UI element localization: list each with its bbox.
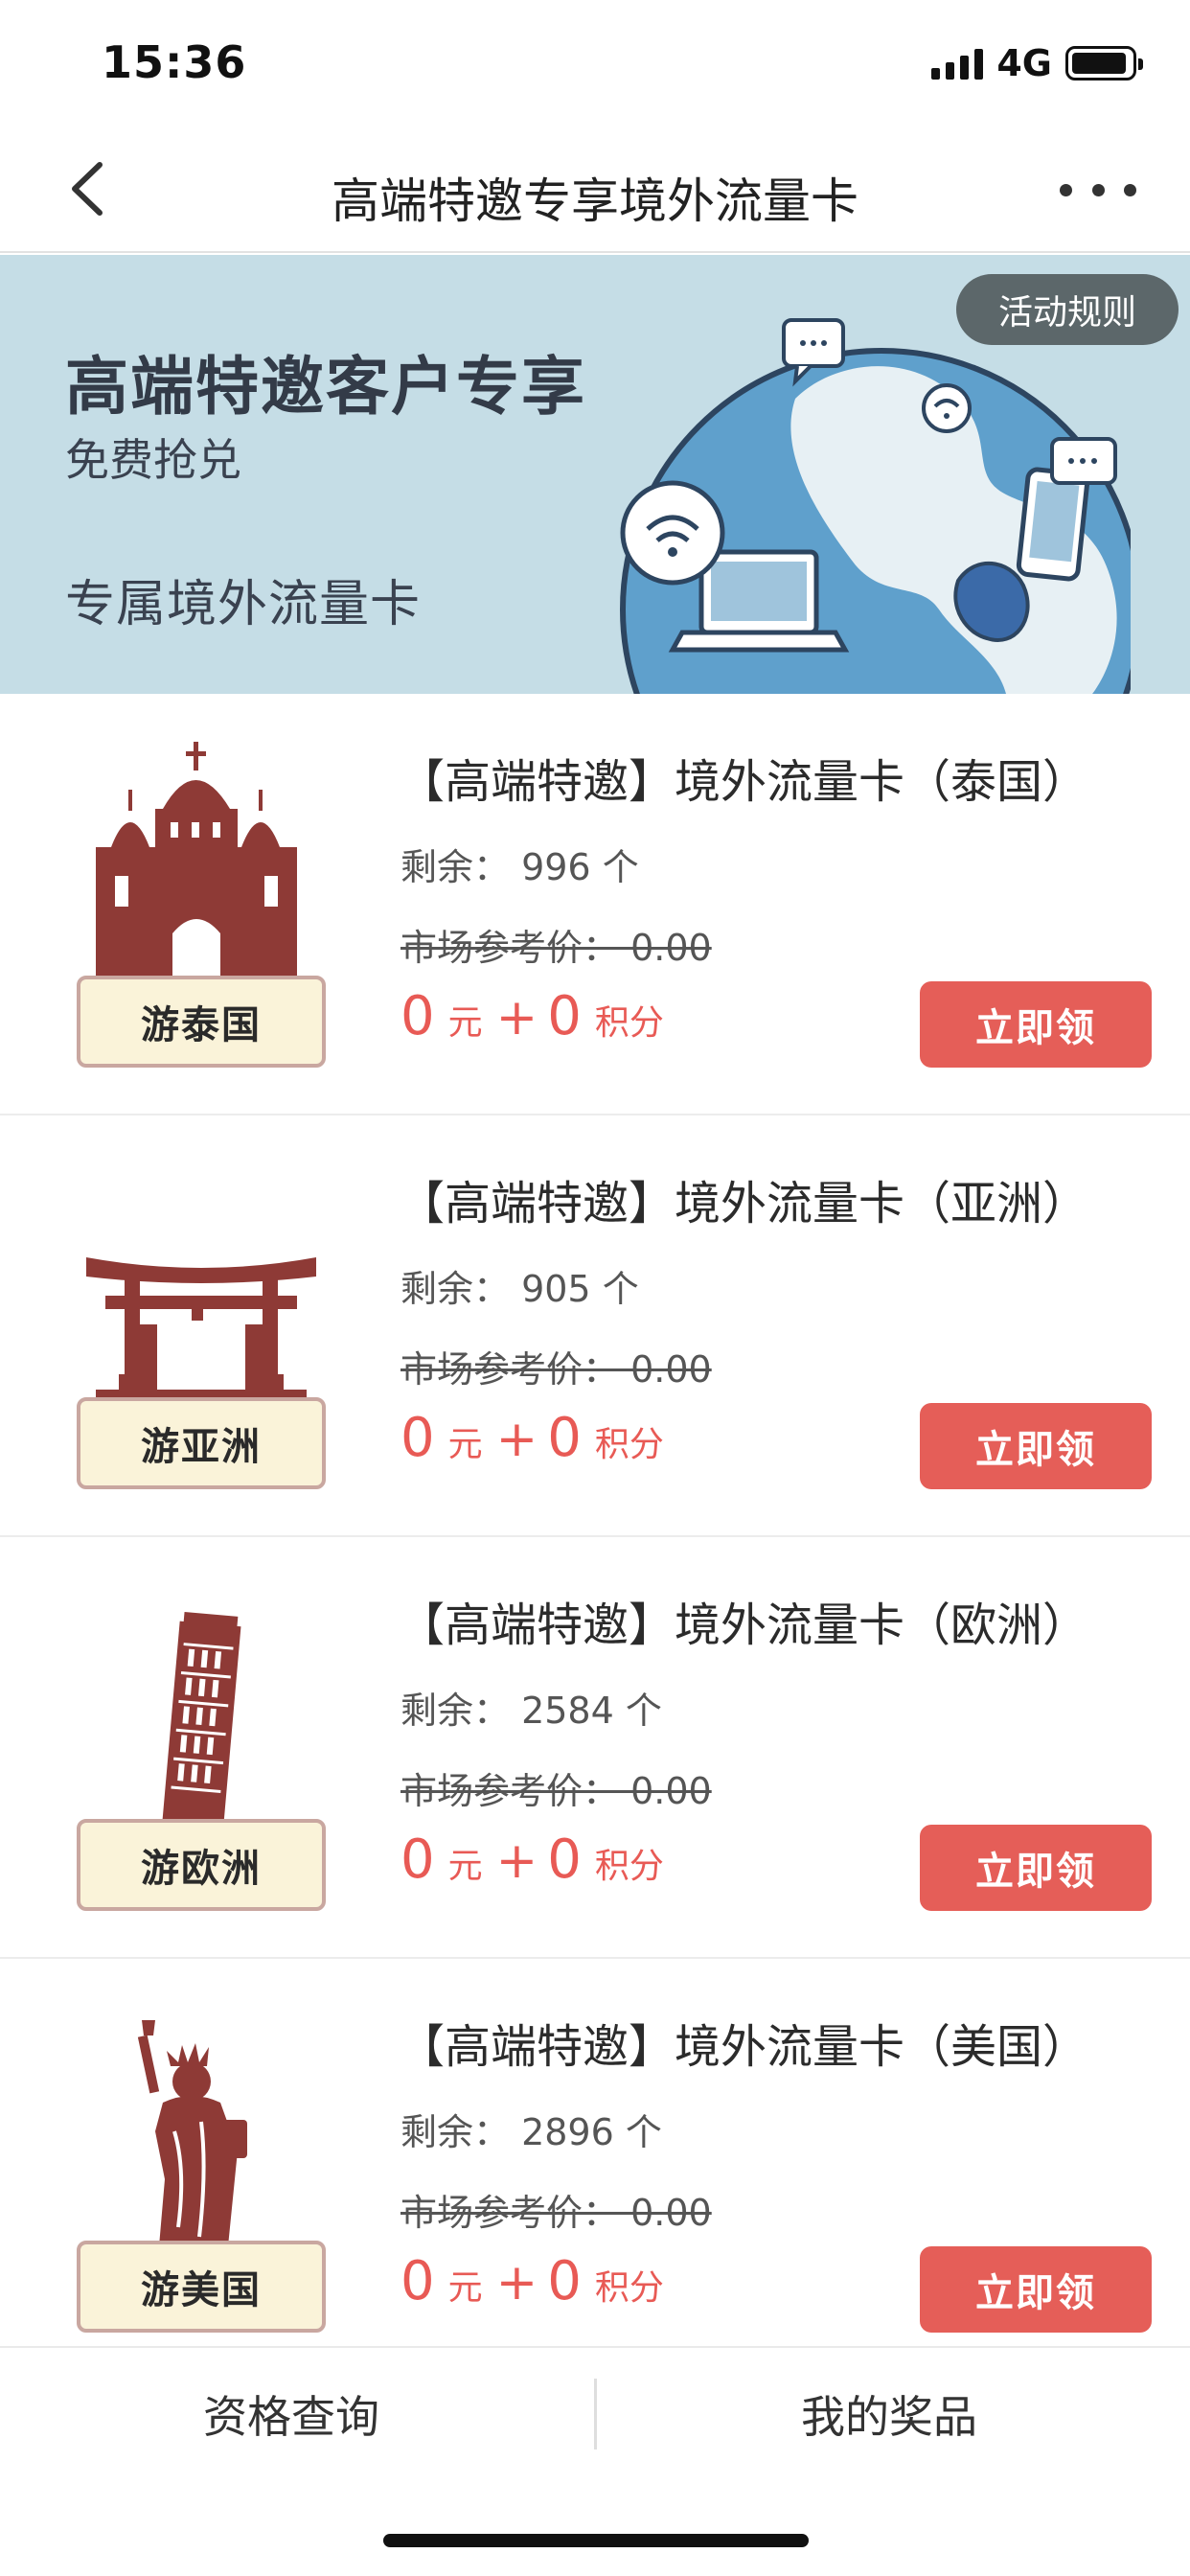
market-price: 市场参考价： 0.00 <box>400 1348 712 1391</box>
market-price: 市场参考价： 0.00 <box>400 1770 712 1812</box>
price-points-unit: 积分 <box>594 2268 664 2308</box>
status-indicators: 4G <box>931 42 1143 84</box>
my-prizes-button[interactable]: 我的奖品 <box>801 2382 977 2446</box>
price-plus: + <box>495 1411 538 1468</box>
price-points: 0 <box>547 1407 582 1469</box>
price-plus: + <box>495 1832 538 1890</box>
price: 0 元 + 0 积分 <box>400 2250 677 2312</box>
bottom-bar: 资格查询 我的奖品 <box>0 2346 1190 2471</box>
price: 0 元 + 0 积分 <box>400 1407 677 1469</box>
product-card-asia: 游亚洲 【高端特邀】境外流量卡（亚洲） 剩余： 905 个 市场参考价： 0.0… <box>0 1116 1190 1537</box>
remaining-count: 剩余： 2584 个 <box>400 1690 662 1732</box>
market-price: 市场参考价： 0.00 <box>400 2192 712 2234</box>
product-card-thailand: 游泰国 【高端特邀】境外流量卡（泰国） 剩余： 996 个 市场参考价： 0.0… <box>0 694 1190 1116</box>
nav-bar: 高端特邀专享境外流量卡 <box>0 126 1190 253</box>
product-title: 【高端特邀】境外流量卡（亚洲） <box>399 1177 1089 1230</box>
destination-badge: 游美国 <box>77 2241 326 2333</box>
product-card-usa: 游美国 【高端特邀】境外流量卡（美国） 剩余： 2896 个 市场参考价： 0.… <box>0 1959 1190 2380</box>
banner-subtitle: 免费抢兑 <box>65 434 241 486</box>
dot-icon <box>1060 183 1072 196</box>
temple-icon <box>96 742 297 991</box>
remaining-count: 剩余： 905 个 <box>400 1268 639 1310</box>
price-yuan-unit: 元 <box>447 2268 483 2308</box>
price-plus: + <box>495 2254 538 2312</box>
dot-icon <box>1124 183 1136 196</box>
globe-devices-illustration <box>620 318 1131 694</box>
price-yuan-unit: 元 <box>447 1003 483 1043</box>
price: 0 元 + 0 积分 <box>400 985 677 1047</box>
claim-button[interactable]: 立即领 <box>920 1825 1152 1911</box>
product-title: 【高端特邀】境外流量卡（欧洲） <box>399 1598 1089 1652</box>
destination-badge: 游泰国 <box>77 976 326 1068</box>
price-points: 0 <box>547 1828 582 1891</box>
product-title: 【高端特邀】境外流量卡（美国） <box>399 2020 1089 2074</box>
battery-icon <box>1065 46 1143 80</box>
product-title: 【高端特邀】境外流量卡（泰国） <box>399 755 1089 809</box>
promo-banner: 高端特邀客户专享 免费抢兑 专属境外流量卡 活动规则 <box>0 255 1190 694</box>
product-icon-wrapper: 游欧洲 <box>67 1585 335 1911</box>
eligibility-query-button[interactable]: 资格查询 <box>203 2382 379 2446</box>
status-bar: 15:36 4G <box>0 0 1190 126</box>
price-yuan-unit: 元 <box>447 1847 483 1886</box>
activity-rules-button[interactable]: 活动规则 <box>956 274 1179 345</box>
home-indicator <box>383 2534 809 2547</box>
page-title: 高端特邀专享境外流量卡 <box>332 173 858 229</box>
product-card-europe: 游欧洲 【高端特邀】境外流量卡（欧洲） 剩余： 2584 个 市场参考价： 0.… <box>0 1537 1190 1959</box>
price-points: 0 <box>547 985 582 1047</box>
bottom-divider <box>594 2379 597 2450</box>
price-points: 0 <box>547 2250 582 2312</box>
remaining-count: 剩余： 2896 个 <box>400 2111 662 2153</box>
claim-button[interactable]: 立即领 <box>920 981 1152 1068</box>
statue-of-liberty-icon <box>137 2020 247 2246</box>
status-time: 15:36 <box>102 36 247 88</box>
price-yuan-unit: 元 <box>447 1425 483 1464</box>
product-icon-wrapper: 游美国 <box>67 2007 335 2333</box>
network-type: 4G <box>996 42 1052 84</box>
price-points-unit: 积分 <box>594 1003 664 1043</box>
destination-badge: 游欧洲 <box>77 1819 326 1911</box>
claim-button[interactable]: 立即领 <box>920 1403 1152 1489</box>
product-icon-wrapper: 游泰国 <box>67 742 335 1068</box>
signal-icon <box>931 47 984 80</box>
price-points-unit: 积分 <box>594 1847 664 1886</box>
remaining-count: 剩余： 996 个 <box>400 846 639 888</box>
price-points-unit: 积分 <box>594 1425 664 1464</box>
torii-gate-icon <box>86 1257 316 1403</box>
claim-button[interactable]: 立即领 <box>920 2246 1152 2333</box>
price-plus: + <box>495 989 538 1046</box>
banner-title: 高端特邀客户专享 <box>65 349 586 424</box>
price-yuan: 0 <box>400 1407 435 1469</box>
product-list: 游泰国 【高端特邀】境外流量卡（泰国） 剩余： 996 个 市场参考价： 0.0… <box>0 694 1190 2380</box>
banner-tagline: 专属境外流量卡 <box>65 576 422 633</box>
price-yuan: 0 <box>400 985 435 1047</box>
more-options-button[interactable] <box>1060 169 1136 211</box>
price-yuan: 0 <box>400 2250 435 2312</box>
dot-icon <box>1091 183 1105 196</box>
price: 0 元 + 0 积分 <box>400 1828 677 1891</box>
product-icon-wrapper: 游亚洲 <box>67 1163 335 1489</box>
market-price: 市场参考价： 0.00 <box>400 927 712 969</box>
leaning-tower-icon <box>162 1612 241 1829</box>
destination-badge: 游亚洲 <box>77 1397 326 1489</box>
price-yuan: 0 <box>400 1828 435 1891</box>
